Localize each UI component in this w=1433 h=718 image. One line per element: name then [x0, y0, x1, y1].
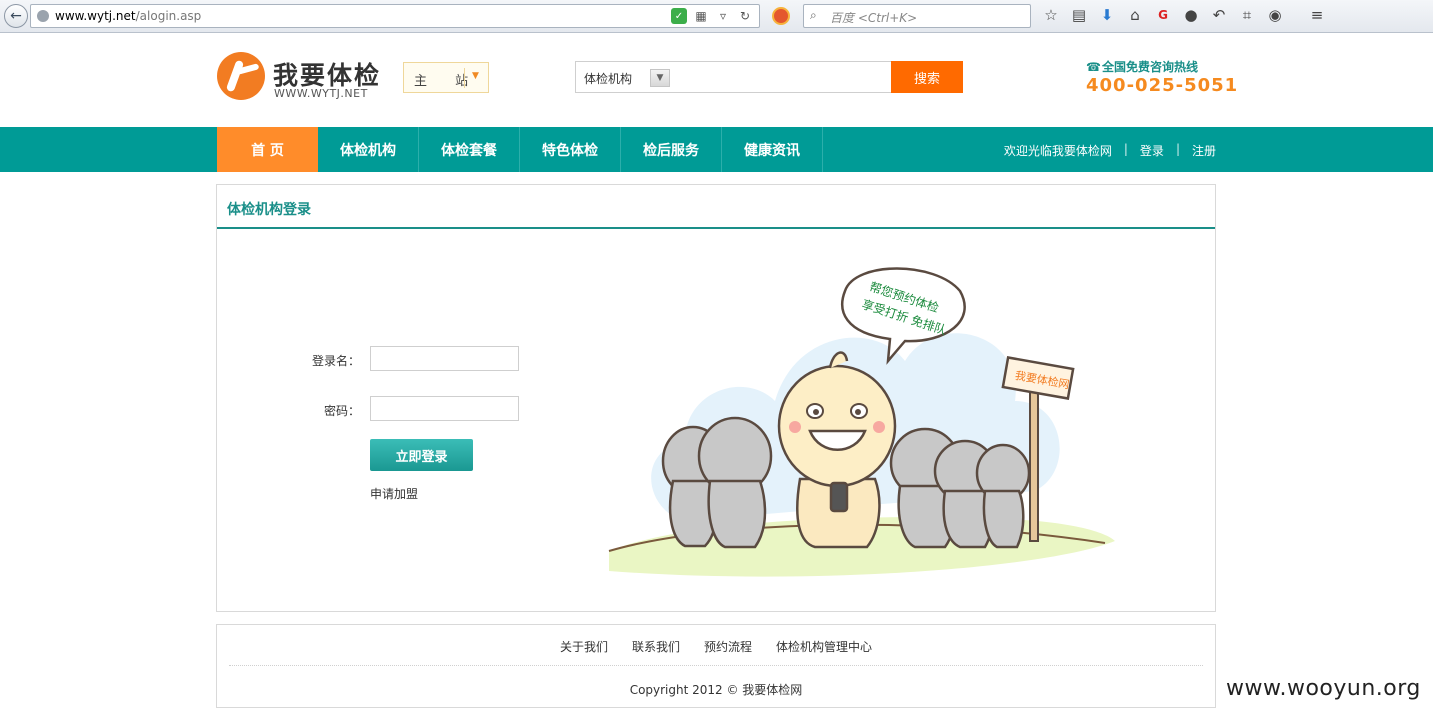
footer-link-process[interactable]: 预约流程	[704, 638, 752, 655]
signpost-pole	[1029, 380, 1039, 542]
watermark: www.wooyun.org	[1226, 676, 1421, 701]
home-icon[interactable]: ⌂	[1126, 5, 1144, 25]
promo-illustration: 帮您预约体检 享受打折 免排队 我要体检网	[608, 267, 1115, 577]
search-icon: ⌕	[810, 8, 817, 22]
back-arrow-icon: ←	[10, 8, 22, 24]
user-links: 欢迎光临我要体检网 | 登录 | 注册	[1004, 142, 1216, 159]
browser-toolbar: ← www.wytj.net/alogin.asp ✓ ▦ ▿ ↻ ⌕ 百度 <…	[0, 0, 1433, 33]
url-path: /alogin.asp	[135, 9, 202, 23]
search-placeholder: 百度 <Ctrl+K>	[830, 11, 918, 25]
address-bar[interactable]: www.wytj.net/alogin.asp ✓ ▦ ▿ ↻	[30, 4, 760, 28]
apply-join-link[interactable]: 申请加盟	[370, 485, 418, 502]
main-nav: 首 页 体检机构 体检套餐 特色体检 检后服务 健康资讯 欢迎光临我要体检网 |…	[0, 127, 1433, 172]
nav-item-after-service[interactable]: 检后服务	[621, 127, 722, 172]
chevron-down-icon: ▼	[472, 71, 479, 81]
separator: |	[1123, 142, 1128, 156]
nav-item-home[interactable]: 首 页	[217, 127, 318, 172]
footer: 关于我们 联系我们 预约流程 体检机构管理中心 Copyright 2012 ©…	[216, 624, 1216, 708]
site-switch-dropdown[interactable]: 主 站 ▼	[403, 62, 489, 93]
bookmarks-icon[interactable]: ▤	[1070, 5, 1088, 25]
password-label: 密码：	[323, 404, 360, 418]
chat-icon[interactable]: ●	[1182, 5, 1200, 25]
phone-icon	[829, 481, 849, 513]
hotline-number: 400-025-5051	[1086, 75, 1239, 96]
footer-divider	[229, 665, 1203, 666]
footer-links: 关于我们 联系我们 预约流程 体检机构管理中心	[217, 638, 1215, 655]
figure-gray-2-body	[707, 479, 767, 549]
url-text: www.wytj.net/alogin.asp	[55, 9, 201, 23]
username-label: 登录名：	[311, 354, 360, 368]
login-link[interactable]: 登录	[1140, 142, 1164, 159]
site-switch-divider	[464, 68, 465, 88]
welcome-text: 欢迎光临我要体检网	[1003, 144, 1112, 158]
main-character-pupil-right	[855, 409, 861, 415]
globe-icon	[37, 10, 49, 22]
footer-link-admin[interactable]: 体检机构管理中心	[776, 638, 872, 655]
download-icon[interactable]: ⬇	[1098, 5, 1116, 25]
main-character-cheek-right	[873, 421, 885, 433]
footer-link-about[interactable]: 关于我们	[560, 638, 608, 655]
star-icon[interactable]: ☆	[1042, 5, 1060, 25]
undo-icon[interactable]: ↶	[1210, 5, 1228, 25]
nav-item-institutions[interactable]: 体检机构	[318, 127, 419, 172]
panel-title: 体检机构登录	[227, 202, 311, 218]
login-panel: 体检机构登录 登录名： 密码： 立即登录 申请加盟 帮您预约体检 享受打折 免排…	[216, 184, 1216, 612]
menu-icon[interactable]: ≡	[1308, 5, 1326, 25]
login-submit-button[interactable]: 立即登录	[370, 439, 473, 471]
password-field[interactable]	[370, 396, 519, 421]
search-category-select[interactable]: 体检机构 ▼	[575, 61, 677, 93]
panel-divider	[217, 227, 1215, 229]
nav-item-special[interactable]: 特色体检	[520, 127, 621, 172]
browser-search-input[interactable]: ⌕ 百度 <Ctrl+K>	[803, 4, 1031, 28]
main-character-pupil-left	[813, 409, 819, 415]
dropdown-arrow-icon[interactable]: ▿	[715, 8, 731, 24]
logo-icon[interactable]	[217, 52, 265, 100]
main-character-cheek-left	[789, 421, 801, 433]
crop-icon[interactable]: ⌗	[1238, 5, 1256, 25]
footer-link-contact[interactable]: 联系我们	[632, 638, 680, 655]
shield-icon[interactable]: ✓	[671, 8, 687, 24]
hotline-label: ☎全国免费咨询热线	[1086, 58, 1198, 75]
copyright: Copyright 2012 © 我要体检网	[629, 683, 803, 697]
search-input[interactable]	[676, 61, 892, 93]
nav-item-packages[interactable]: 体检套餐	[419, 127, 520, 172]
gm-icon[interactable]: G	[1154, 5, 1172, 25]
hotline-label-text: 全国免费咨询热线	[1102, 60, 1199, 74]
url-host: www.wytj.net	[55, 9, 136, 23]
extension-icon[interactable]	[772, 7, 790, 25]
chevron-down-icon: ▼	[650, 69, 670, 87]
search-button[interactable]: 搜索	[891, 61, 963, 93]
reload-icon[interactable]: ↻	[737, 8, 753, 24]
site-switch-label: 主 站	[414, 74, 481, 89]
logo-subtext: WWW.WYTJ.NET	[274, 87, 368, 100]
username-field[interactable]	[370, 346, 519, 371]
nav-item-health-news[interactable]: 健康资讯	[722, 127, 823, 172]
comment-icon[interactable]: ◉	[1266, 5, 1284, 25]
search-category-label: 体检机构	[584, 72, 633, 86]
phone-icon: ☎	[1086, 60, 1101, 74]
qr-code-icon[interactable]: ▦	[693, 8, 709, 24]
separator: |	[1175, 142, 1180, 156]
figure-gray-5-body	[982, 489, 1025, 549]
back-button[interactable]: ←	[4, 4, 28, 28]
register-link[interactable]: 注册	[1192, 142, 1216, 159]
